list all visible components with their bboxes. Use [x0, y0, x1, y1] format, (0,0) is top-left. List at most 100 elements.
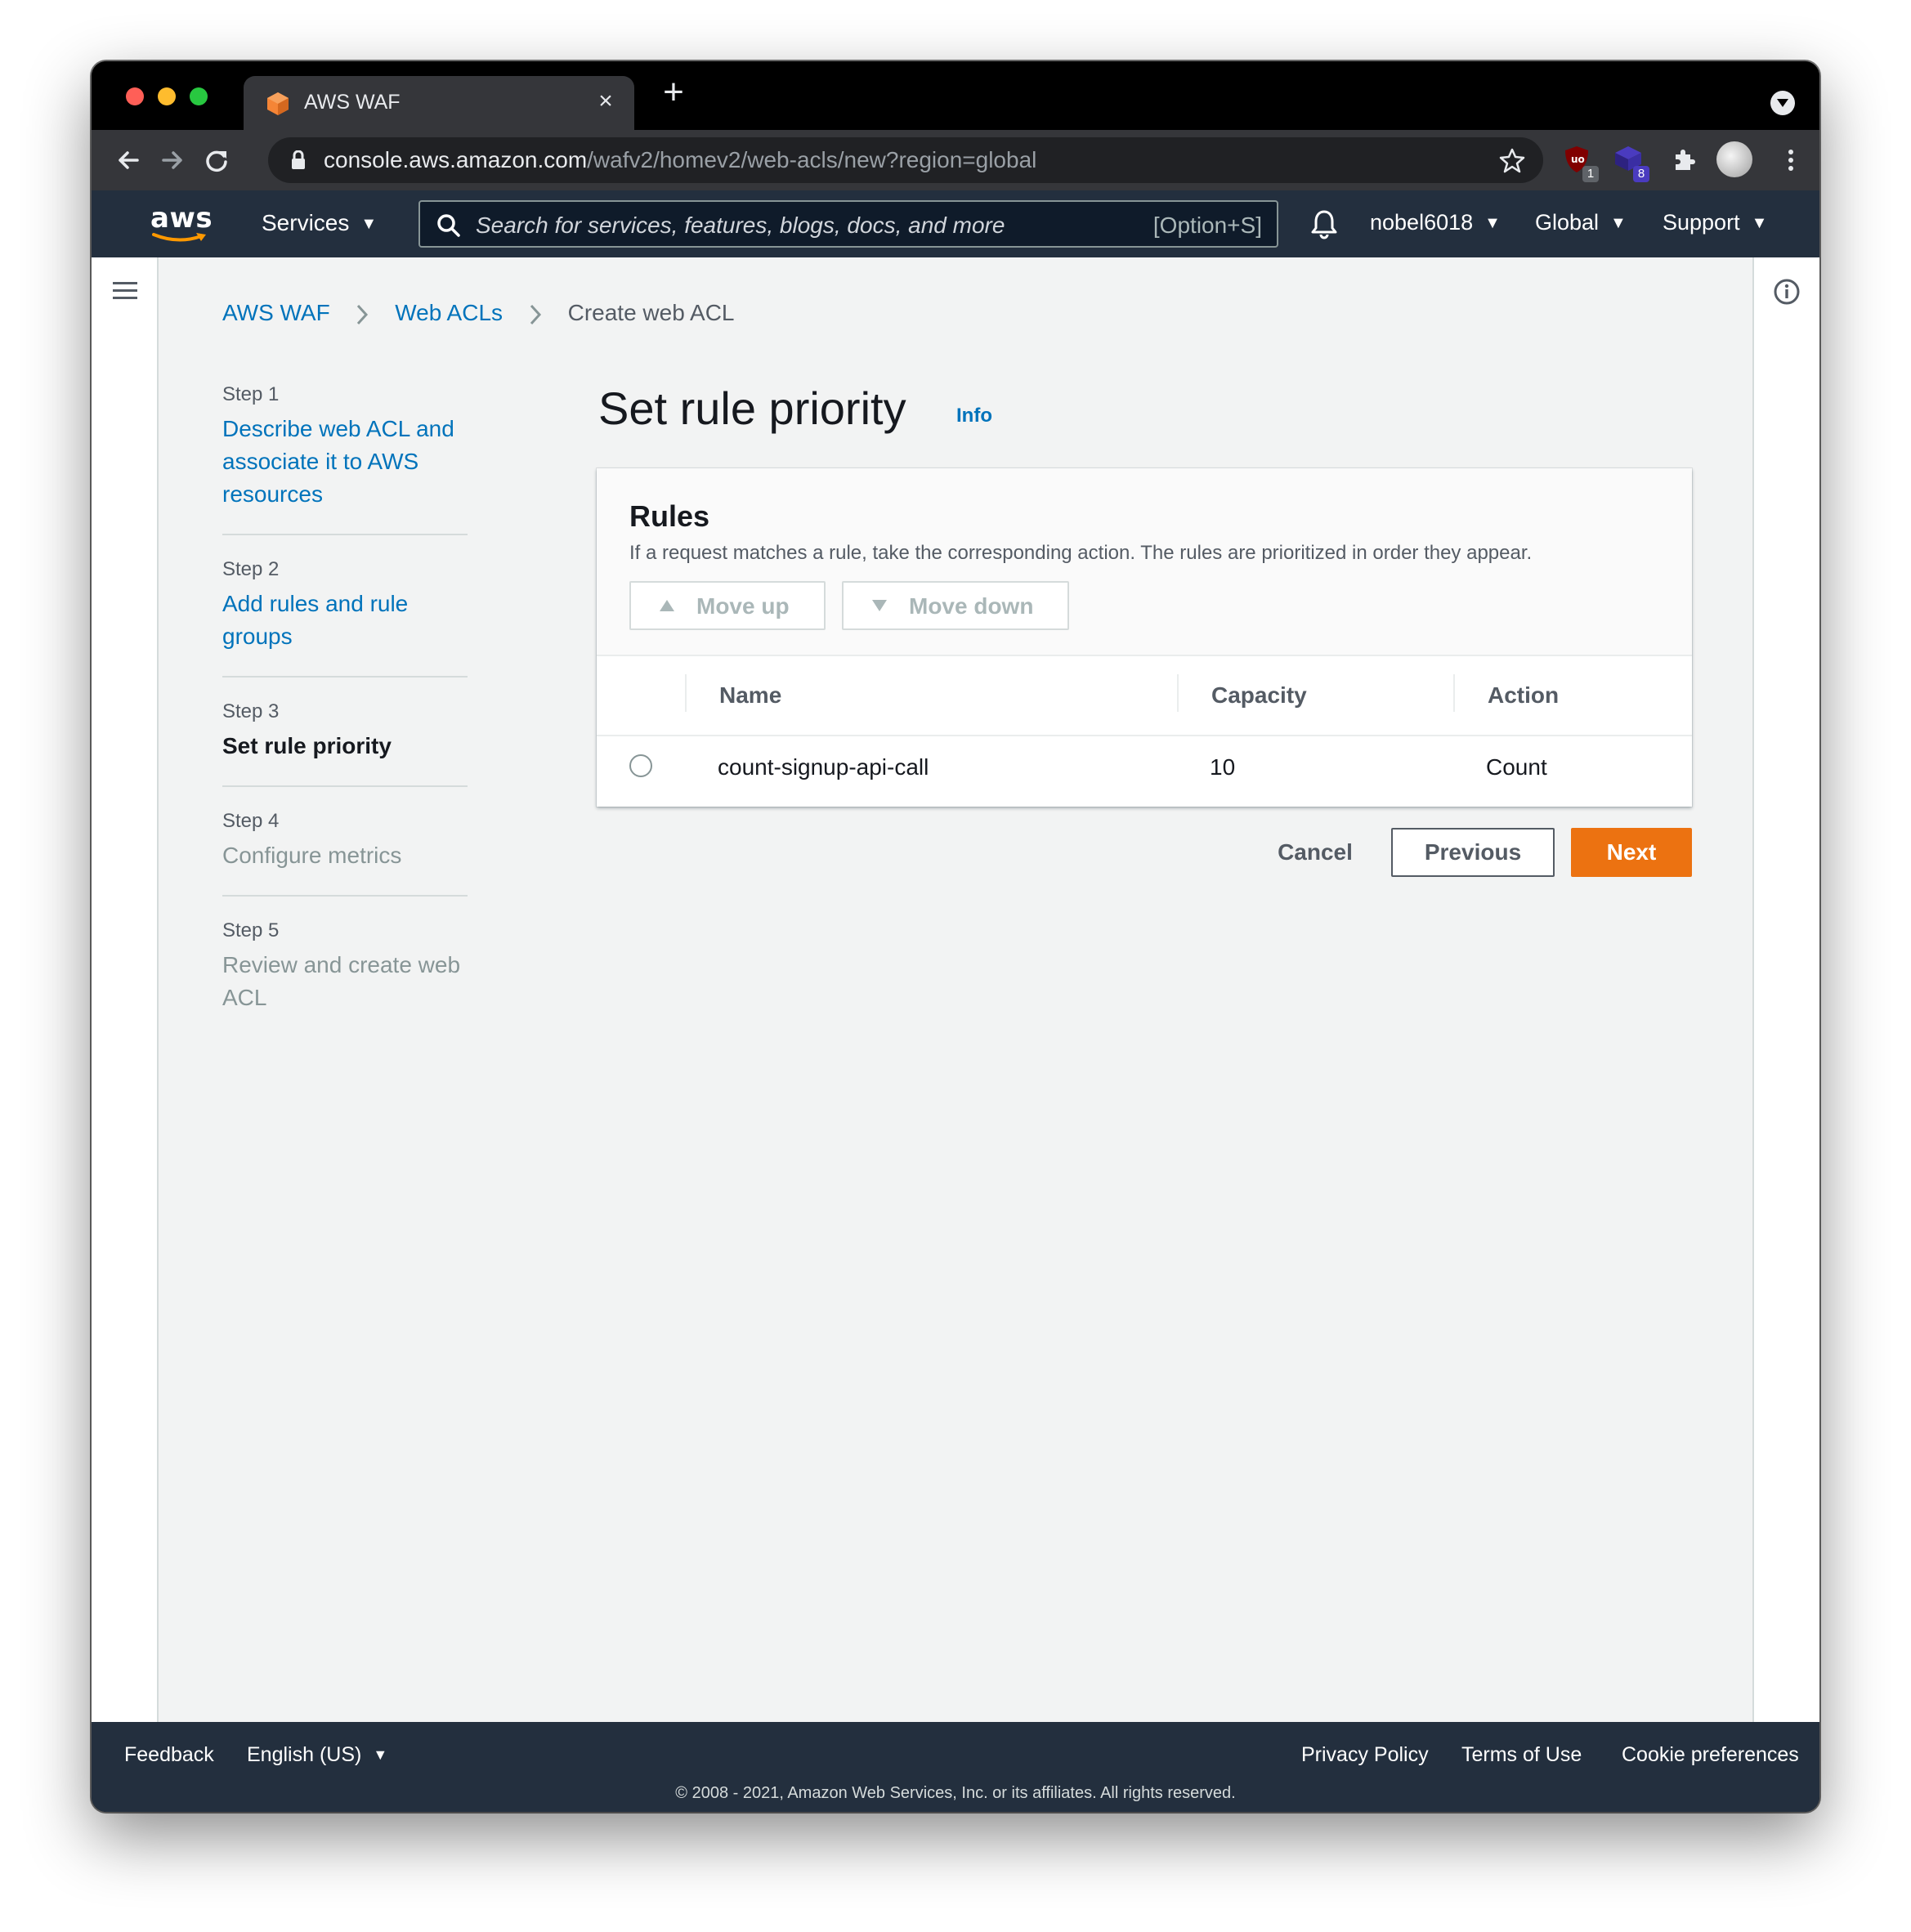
wizard-step-2: Step 2 Add rules and rule groups [222, 558, 468, 678]
browser-menu-icon[interactable] [1775, 145, 1806, 176]
step-number: Step 5 [222, 919, 280, 941]
triangle-up-icon [660, 600, 674, 611]
triangle-down-icon [872, 600, 887, 611]
support-label: Support [1663, 210, 1740, 235]
hamburger-menu-icon[interactable] [113, 280, 137, 302]
row-select-radio[interactable] [629, 754, 652, 777]
ublock-extension-icon[interactable]: uo 1 [1563, 145, 1599, 182]
caret-down-icon: ▼ [373, 1746, 388, 1763]
left-navigation-rail [92, 257, 159, 1722]
forward-arrow-icon[interactable] [157, 145, 188, 176]
step-1-link[interactable]: Describe web ACL and associate it to AWS… [222, 413, 468, 511]
console-search-input[interactable]: Search for services, features, blogs, do… [418, 200, 1278, 248]
support-menu[interactable]: Support ▼ [1663, 210, 1767, 235]
chevron-right-icon [530, 304, 541, 324]
close-window-button[interactable] [126, 87, 144, 105]
wizard-steps: Step 1 Describe web ACL and associate it… [222, 383, 468, 1060]
main-content: AWS WAF Web ACLs Create web ACL Step 1 D… [92, 257, 1819, 1722]
language-selector[interactable]: English (US) ▼ [247, 1743, 387, 1767]
info-link[interactable]: Info [956, 405, 992, 427]
services-label: Services [262, 210, 350, 235]
rules-panel-description: If a request matches a rule, take the co… [629, 542, 1533, 564]
tab-search-button[interactable] [1770, 91, 1795, 115]
column-divider [1177, 674, 1179, 712]
move-up-button[interactable]: Move up [629, 581, 826, 630]
step-5-label: Review and create web ACL [222, 952, 461, 1010]
browser-toolbar: console.aws.amazon.com/wafv2/homev2/web-… [92, 130, 1819, 190]
maximize-window-button[interactable] [190, 87, 208, 105]
move-down-label: Move down [909, 593, 1034, 619]
language-label: English (US) [247, 1743, 362, 1766]
move-down-button[interactable]: Move down [842, 581, 1069, 630]
breadcrumb-aws-waf[interactable]: AWS WAF [222, 300, 330, 325]
cube-badge: 8 [1633, 166, 1649, 182]
extensions-puzzle-icon[interactable] [1669, 145, 1700, 176]
column-header-action[interactable]: Action [1488, 682, 1559, 709]
breadcrumb-current: Create web ACL [567, 300, 735, 325]
info-circle-icon[interactable] [1772, 277, 1801, 306]
cookie-preferences-link[interactable]: Cookie preferences [1622, 1743, 1799, 1767]
browser-tab-aws-waf[interactable]: AWS WAF × [244, 76, 634, 130]
url-host: console.aws.amazon.com [324, 147, 588, 172]
caret-down-icon: ▼ [1484, 214, 1501, 232]
console-footer: Feedback English (US) ▼ Privacy Policy Te… [92, 1722, 1819, 1812]
lock-icon [292, 150, 305, 169]
profile-avatar[interactable] [1716, 141, 1752, 177]
back-arrow-icon[interactable] [113, 145, 144, 176]
search-icon [437, 214, 460, 237]
reload-icon[interactable] [201, 145, 232, 176]
page-title: Set rule priority [598, 382, 906, 434]
minimize-window-button[interactable] [158, 87, 176, 105]
step-4-label: Configure metrics [222, 843, 402, 868]
wizard-step-5: Step 5 Review and create web ACL [222, 919, 468, 1037]
aws-console-header: aws Services ▼ Search for services, featu… [92, 190, 1819, 257]
rules-panel-title: Rules [629, 499, 710, 533]
tab-close-icon[interactable]: × [592, 87, 620, 115]
step-number: Step 3 [222, 700, 280, 722]
right-tools-rail [1752, 257, 1819, 1722]
chevron-right-icon [357, 304, 369, 324]
column-header-capacity[interactable]: Capacity [1211, 682, 1307, 709]
step-number: Step 2 [222, 558, 280, 580]
column-header-name[interactable]: Name [719, 682, 781, 709]
aws-logo-text: aws [150, 202, 213, 235]
account-name: nobel6018 [1370, 210, 1474, 235]
step-3-current: Set rule priority [222, 733, 392, 758]
rules-panel: Rules If a request matches a rule, take … [597, 468, 1692, 807]
table-row-divider [597, 735, 1692, 736]
aws-cube-icon [267, 92, 289, 115]
address-bar[interactable]: console.aws.amazon.com/wafv2/homev2/web-… [268, 137, 1543, 183]
region-name: Global [1535, 210, 1600, 235]
breadcrumb-web-acls[interactable]: Web ACLs [395, 300, 503, 325]
caret-down-icon: ▼ [1610, 214, 1627, 232]
column-divider [685, 674, 687, 712]
aws-logo[interactable]: aws [150, 202, 213, 244]
notifications-bell-icon[interactable] [1309, 208, 1339, 239]
move-up-label: Move up [696, 593, 790, 619]
tab-title: AWS WAF [304, 91, 401, 114]
caret-down-icon: ▼ [1751, 214, 1768, 232]
cube-extension-icon[interactable]: 8 [1613, 145, 1649, 182]
step-2-link[interactable]: Add rules and rule groups [222, 588, 468, 653]
terms-of-use-link[interactable]: Terms of Use [1461, 1743, 1582, 1767]
breadcrumb: AWS WAF Web ACLs Create web ACL [222, 300, 734, 326]
next-button[interactable]: Next [1571, 828, 1692, 877]
wizard-step-4: Step 4 Configure metrics [222, 810, 468, 897]
services-menu[interactable]: Services ▼ [262, 210, 377, 236]
rules-panel-header: Rules If a request matches a rule, take … [597, 468, 1692, 656]
search-shortcut: [Option+S] [1152, 212, 1262, 238]
browser-window: AWS WAF × + console.aws.amazon.com/wafv2 [92, 61, 1819, 1812]
new-tab-button[interactable]: + [656, 74, 691, 110]
aws-smile-icon [152, 233, 206, 242]
bookmark-star-icon[interactable] [1499, 147, 1525, 173]
privacy-policy-link[interactable]: Privacy Policy [1301, 1743, 1429, 1767]
region-menu[interactable]: Global ▼ [1535, 210, 1627, 235]
tab-strip: AWS WAF × + [92, 61, 1819, 130]
previous-button[interactable]: Previous [1391, 828, 1555, 877]
cancel-button[interactable]: Cancel [1262, 828, 1368, 877]
url-path: /wafv2/homev2/web-acls/new?region=global [587, 147, 1037, 172]
feedback-link[interactable]: Feedback [124, 1743, 214, 1767]
url-text: console.aws.amazon.com/wafv2/homev2/web-… [324, 147, 1036, 173]
rule-name-cell: count-signup-api-call [718, 754, 929, 780]
account-menu[interactable]: nobel6018 ▼ [1370, 210, 1501, 235]
